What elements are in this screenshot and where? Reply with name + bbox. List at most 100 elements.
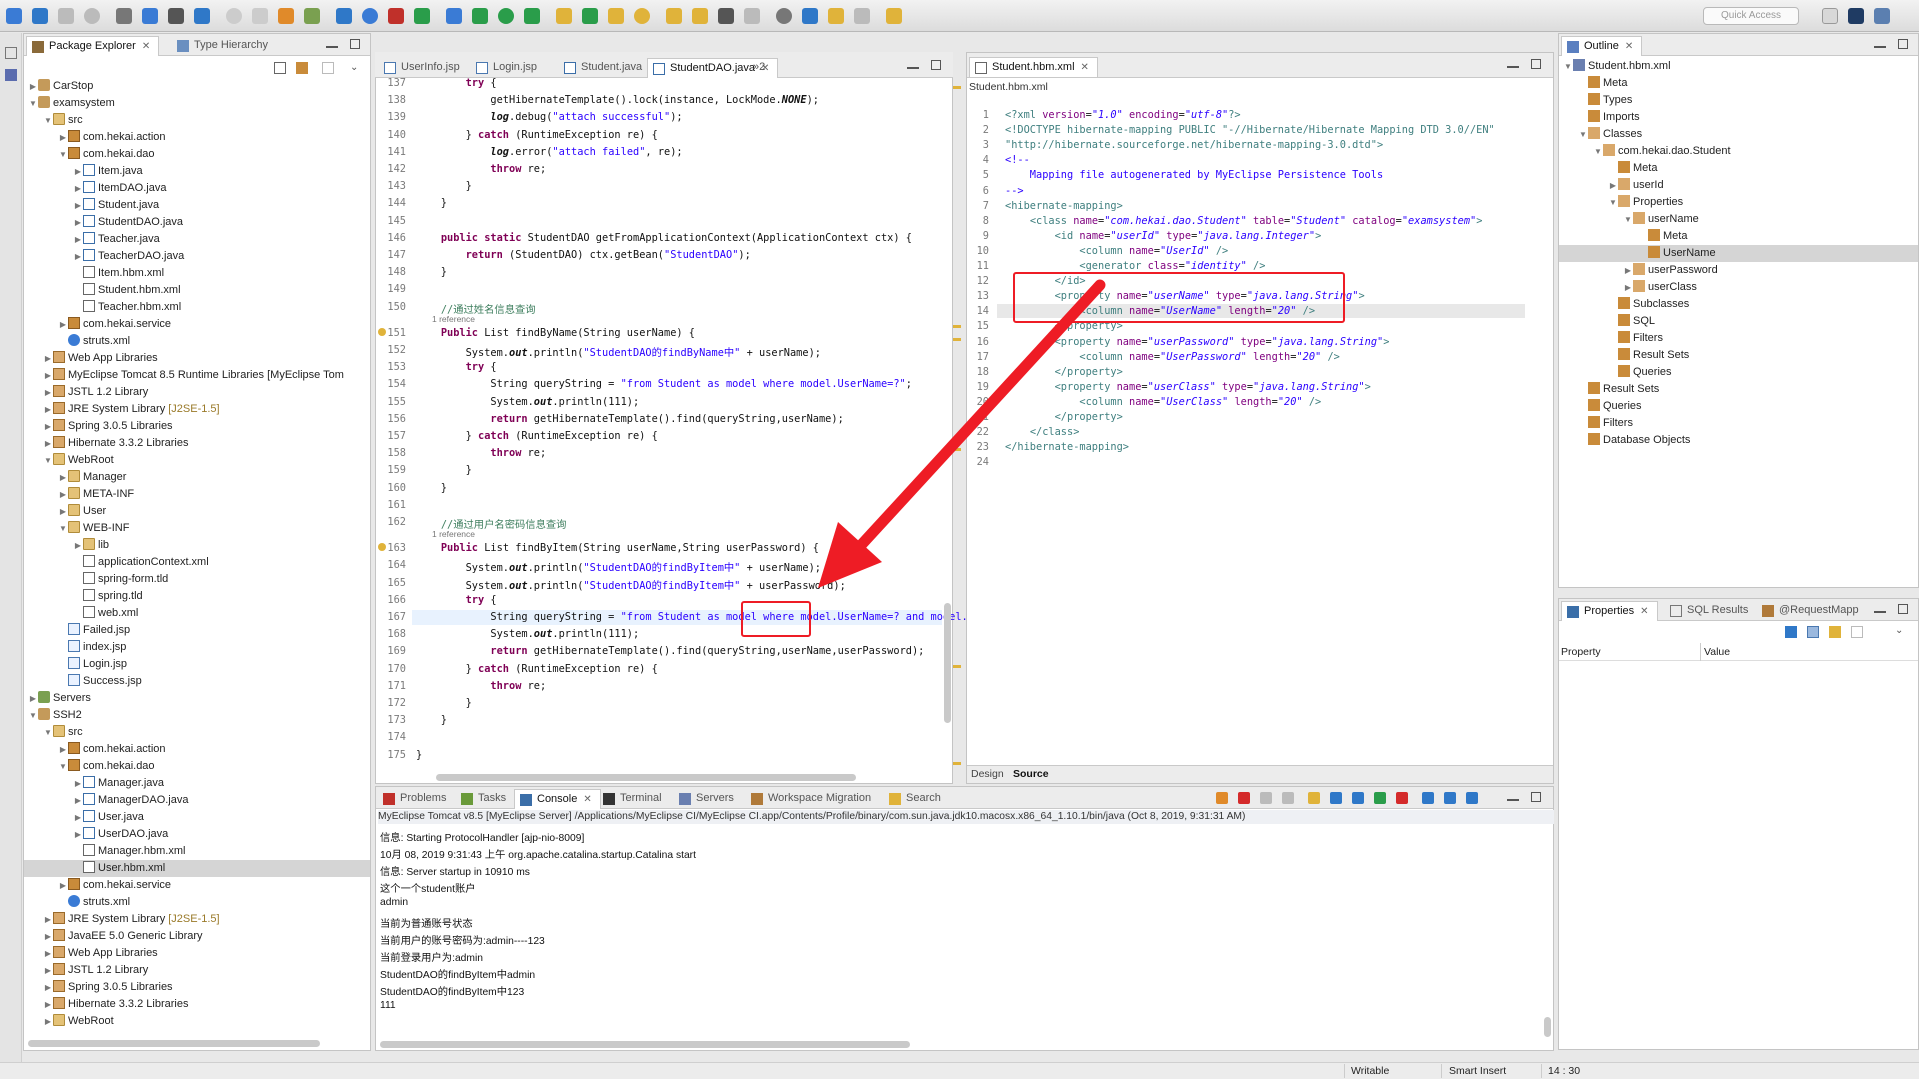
expand-icon[interactable]: ▶ — [58, 741, 68, 758]
reference-count[interactable]: 1 reference — [432, 529, 475, 539]
close-icon[interactable]: ✕ — [1640, 606, 1648, 617]
tree-item[interactable]: Login.jsp — [24, 656, 370, 673]
new-icon[interactable] — [6, 8, 22, 24]
expand-icon[interactable]: ▼ — [1593, 143, 1603, 160]
restore-icon[interactable] — [5, 47, 17, 59]
editor-tab[interactable]: UserInfo.jsp — [379, 58, 468, 78]
new-wizard-icon[interactable] — [32, 8, 48, 24]
open-type-icon[interactable] — [194, 8, 210, 24]
pin-icon[interactable] — [1785, 626, 1797, 638]
flask-icon[interactable] — [472, 8, 488, 24]
bug-icon[interactable] — [524, 8, 540, 24]
back-icon[interactable] — [776, 8, 792, 24]
expand-icon[interactable]: ▼ — [1578, 126, 1588, 143]
editor-h-scrollbar[interactable] — [436, 774, 856, 781]
expand-icon[interactable]: ▶ — [73, 214, 83, 231]
console-v-scrollbar[interactable] — [1544, 1017, 1551, 1037]
show-on-error-icon[interactable] — [1396, 792, 1408, 804]
tree-item[interactable]: ▶ Web App Libraries — [24, 350, 370, 367]
editor-tab[interactable]: Student.java — [559, 58, 650, 78]
run-icon[interactable] — [414, 8, 430, 24]
expand-icon[interactable]: ▼ — [1563, 58, 1573, 75]
expand-icon[interactable]: ▶ — [73, 809, 83, 826]
pen-icon[interactable] — [886, 8, 902, 24]
expand-icon[interactable]: ▶ — [43, 367, 53, 384]
advanced-icon[interactable] — [1829, 626, 1841, 638]
expand-icon[interactable]: ▶ — [43, 401, 53, 418]
maximize-icon[interactable] — [1531, 792, 1541, 802]
open-console-icon[interactable] — [1466, 792, 1478, 804]
expand-icon[interactable]: ▶ — [1623, 279, 1633, 296]
tree-item[interactable]: ▶ com.hekai.service — [24, 877, 370, 894]
redo-icon[interactable] — [252, 8, 268, 24]
myeclipse-perspective-icon[interactable] — [1848, 8, 1864, 24]
hibernate-icon[interactable] — [362, 8, 378, 24]
new-class-icon[interactable] — [634, 8, 650, 24]
link-with-editor-icon[interactable] — [296, 62, 308, 74]
console-tab[interactable]: Tasks — [456, 789, 514, 809]
outline-item[interactable]: ▼ Properties — [1559, 194, 1918, 211]
tree-item[interactable]: ▶ Manager — [24, 469, 370, 486]
expand-icon[interactable]: ▶ — [43, 350, 53, 367]
outline-item[interactable]: Database Objects — [1559, 432, 1918, 449]
expand-icon[interactable]: ▶ — [73, 792, 83, 809]
tree-item[interactable]: Success.jsp — [24, 673, 370, 690]
console-tab[interactable]: Terminal — [598, 789, 670, 809]
tree-item[interactable]: ▶ StudentDAO.java — [24, 214, 370, 231]
tree-item[interactable]: ▶ Spring 3.0.5 Libraries — [24, 979, 370, 996]
expand-icon[interactable]: ▶ — [58, 877, 68, 894]
tree-item[interactable]: ▶ Item.java — [24, 163, 370, 180]
tab-source[interactable]: Source — [1013, 768, 1049, 780]
expand-icon[interactable]: ▶ — [43, 1013, 53, 1030]
close-icon[interactable]: ✕ — [583, 794, 591, 805]
tree-item[interactable]: struts.xml — [24, 894, 370, 911]
view-menu-icon[interactable]: ⌄ — [1895, 625, 1907, 637]
tree-item[interactable]: ▼ WEB-INF — [24, 520, 370, 537]
tree-item[interactable]: ▶ WebRoot — [24, 1013, 370, 1030]
tree-item[interactable]: ▶ META-INF — [24, 486, 370, 503]
tree-item[interactable]: Teacher.hbm.xml — [24, 299, 370, 316]
expand-icon[interactable]: ▼ — [1623, 211, 1633, 228]
undo-icon[interactable] — [226, 8, 242, 24]
tree-item[interactable]: ▶ User.java — [24, 809, 370, 826]
java-code-area[interactable]: 137 try {138 getHibernateTemplate().lock… — [376, 69, 1030, 769]
tree-item[interactable]: web.xml — [24, 605, 370, 622]
tab-package-explorer[interactable]: Package Explorer ✕ — [26, 36, 160, 56]
maximize-icon[interactable] — [1531, 59, 1541, 69]
tree-item[interactable]: ▶ ItemDAO.java — [24, 180, 370, 197]
expand-icon[interactable]: ▶ — [58, 486, 68, 503]
save-icon[interactable] — [58, 8, 74, 24]
tree-item[interactable]: Failed.jsp — [24, 622, 370, 639]
pin-console-icon[interactable] — [1422, 792, 1434, 804]
palette-icon[interactable] — [336, 8, 352, 24]
expand-icon[interactable]: ▶ — [43, 979, 53, 996]
console-tab[interactable]: Problems — [378, 789, 454, 809]
outline-item[interactable]: ▼ Student.hbm.xml — [1559, 58, 1918, 75]
outline-item[interactable]: Imports — [1559, 109, 1918, 126]
outline-item[interactable]: Queries — [1559, 398, 1918, 415]
expand-icon[interactable]: ▶ — [28, 690, 38, 707]
print-icon[interactable] — [116, 8, 132, 24]
run-icon[interactable] — [556, 8, 572, 24]
expand-icon[interactable]: ▶ — [73, 231, 83, 248]
maximize-icon[interactable] — [350, 39, 360, 49]
tree-item[interactable]: index.jsp — [24, 639, 370, 656]
outline-item[interactable]: SQL — [1559, 313, 1918, 330]
console-tab[interactable]: Workspace Migration — [746, 789, 879, 809]
expand-icon[interactable]: ▶ — [28, 78, 38, 95]
column-divider[interactable] — [1700, 643, 1701, 661]
maximize-icon[interactable] — [1898, 39, 1908, 49]
collapse-all-icon[interactable] — [274, 62, 286, 74]
editor-tab[interactable]: Login.jsp — [471, 58, 545, 78]
tree-item[interactable]: applicationContext.xml — [24, 554, 370, 571]
outline-item[interactable]: ▼ Classes — [1559, 126, 1918, 143]
expand-icon[interactable]: ▼ — [43, 724, 53, 741]
restore-default-icon[interactable] — [1851, 626, 1863, 638]
reference-count[interactable]: 1 reference — [432, 314, 475, 324]
tab-sql-results[interactable]: SQL Results — [1665, 601, 1756, 621]
expand-icon[interactable]: ▼ — [28, 707, 38, 724]
menu-icon[interactable] — [744, 8, 760, 24]
tree-item[interactable]: Item.hbm.xml — [24, 265, 370, 282]
explorer-h-scrollbar[interactable] — [28, 1040, 320, 1047]
outline-item[interactable]: ▶ userClass — [1559, 279, 1918, 296]
